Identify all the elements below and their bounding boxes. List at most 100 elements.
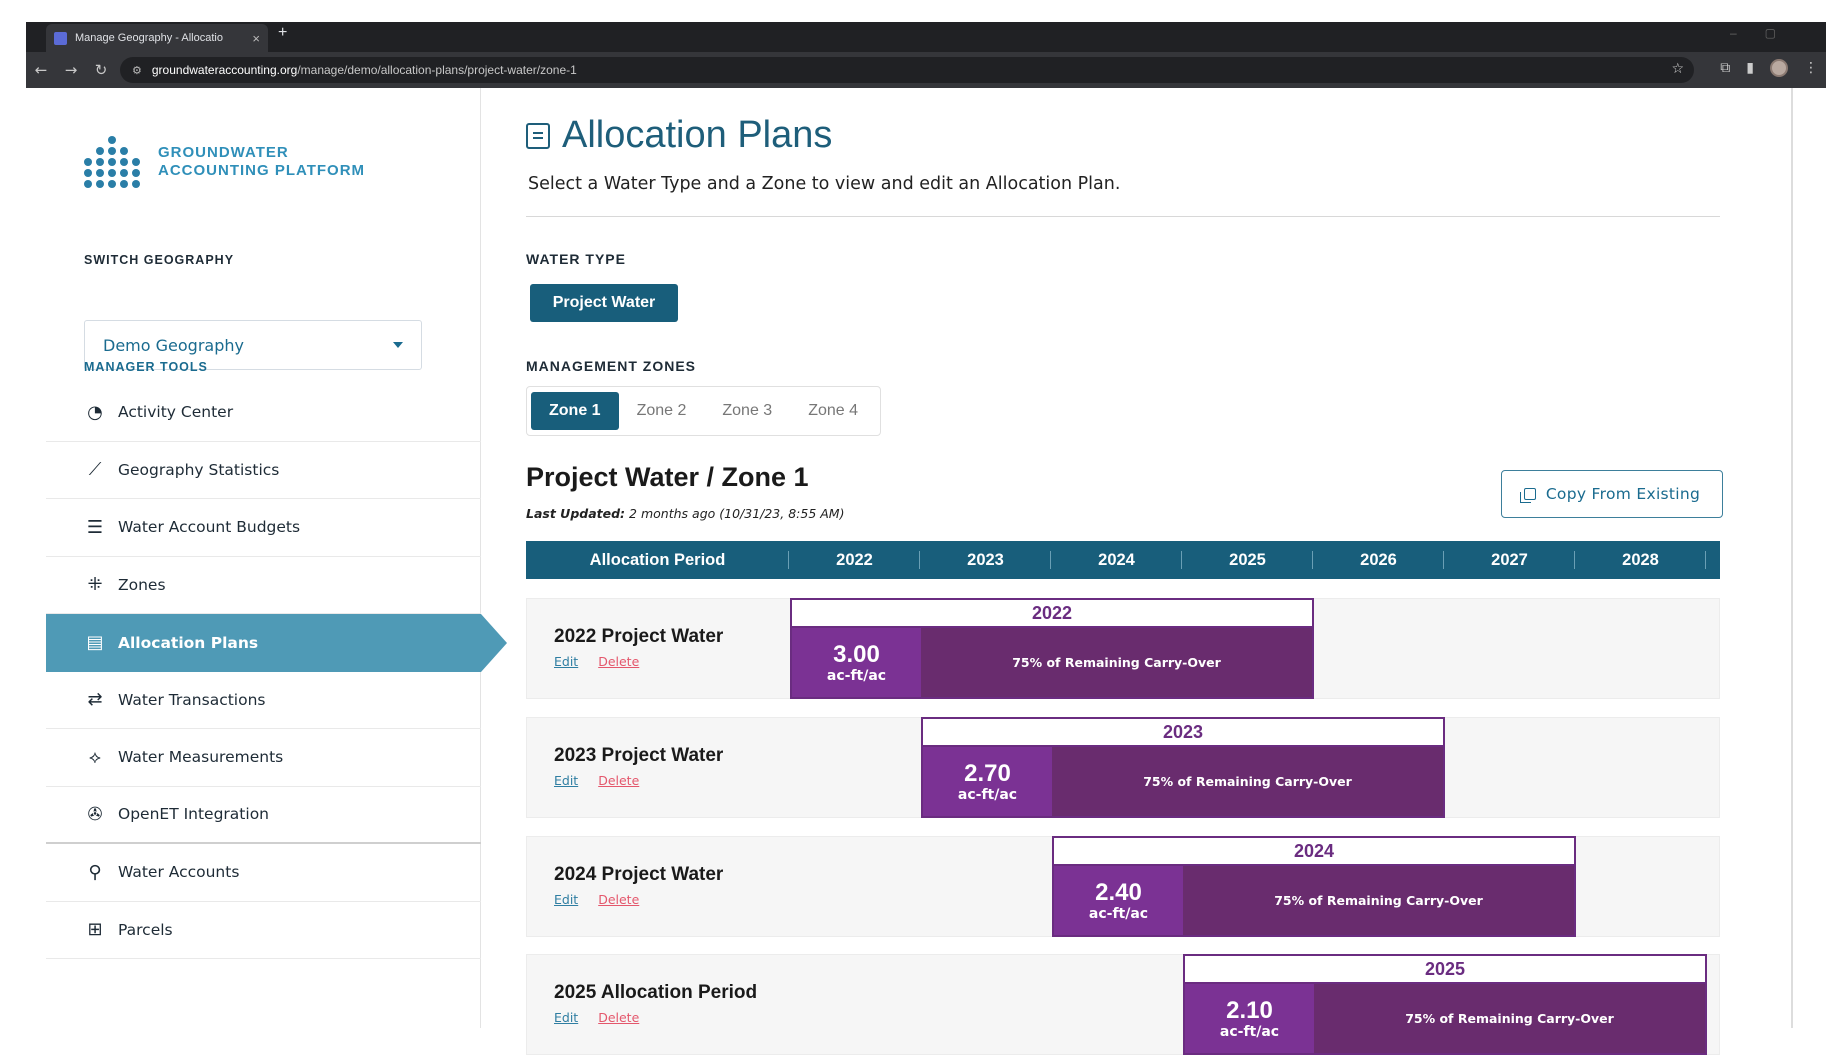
allocation-bar[interactable]: 2023 2.70 ac-ft/ac 75% of Remaining Carr… xyxy=(921,717,1445,818)
year-header: 2027 xyxy=(1444,541,1575,579)
sidebar-item-zones[interactable]: ⁜ Zones xyxy=(46,557,481,614)
caret-down-icon xyxy=(393,342,403,348)
favicon-icon xyxy=(54,31,67,45)
row-title: 2023 Project Water xyxy=(554,745,724,766)
logo-dots-icon xyxy=(84,136,144,188)
divider xyxy=(526,216,1720,217)
allocation-value: 3.00 ac-ft/ac xyxy=(792,628,921,697)
allocation-bar-year: 2023 xyxy=(923,719,1443,747)
browser-menu-icon[interactable]: ⋮ xyxy=(1804,60,1818,76)
grid-icon: ⊞ xyxy=(87,919,103,941)
sidebar-item-label: Geography Statistics xyxy=(118,460,280,479)
sidebar-item-water-transactions[interactable]: ⇄ Water Transactions xyxy=(46,672,481,729)
year-header: 2028 xyxy=(1575,541,1706,579)
page-title: Allocation Plans xyxy=(526,114,832,157)
edit-link[interactable]: Edit xyxy=(554,1010,578,1025)
plan-title: Project Water / Zone 1 xyxy=(526,462,809,492)
sidebar-item-water-accounts[interactable]: ⚲ Water Accounts xyxy=(46,844,481,902)
sidebar-item-label: Water Transactions xyxy=(118,690,266,709)
site-settings-icon[interactable]: ⚙ xyxy=(132,64,142,77)
copy-from-existing-button[interactable]: Copy From Existing xyxy=(1501,470,1723,518)
platform-logo[interactable]: GROUNDWATER ACCOUNTING PLATFORM xyxy=(84,136,365,188)
sidebar-item-label: Zones xyxy=(118,575,166,594)
irrigation-icon: ⚲ xyxy=(88,861,102,883)
year-header: 2025 xyxy=(1182,541,1313,579)
app-page: GROUNDWATER ACCOUNTING PLATFORM SWITCH G… xyxy=(26,88,1793,1055)
new-tab-button[interactable]: + xyxy=(278,24,287,42)
browser-tab[interactable]: Manage Geography - Allocatio × xyxy=(46,24,268,52)
allocation-plan-icon: ▤ xyxy=(86,632,104,654)
allocation-bar[interactable]: 2024 2.40 ac-ft/ac 75% of Remaining Carr… xyxy=(1052,836,1576,937)
last-updated-value: 2 months ago (10/31/23, 8:55 AM) xyxy=(629,506,845,521)
allocation-number: 2.40 xyxy=(1095,878,1142,906)
edit-link[interactable]: Edit xyxy=(554,892,578,907)
sidebar-item-water-account-budgets[interactable]: ☰ Water Account Budgets xyxy=(46,499,481,557)
last-updated: Last Updated: 2 months ago (10/31/23, 8:… xyxy=(526,506,844,521)
tab-close-icon[interactable]: × xyxy=(252,31,260,46)
switch-geography-label: SWITCH GEOGRAPHY xyxy=(84,253,235,267)
page-title-text: Allocation Plans xyxy=(562,114,833,156)
delete-link[interactable]: Delete xyxy=(598,654,639,669)
page-subtitle: Select a Water Type and a Zone to view a… xyxy=(528,174,1121,194)
delete-link[interactable]: Delete xyxy=(598,892,639,907)
sidebar-item-label: Parcels xyxy=(118,920,173,939)
browser-chrome: Manage Geography - Allocatio × + –▢ ← → … xyxy=(26,22,1826,88)
row-title: 2025 Allocation Period xyxy=(554,982,758,1003)
allocation-bar-year: 2024 xyxy=(1054,838,1574,866)
tab-strip: Manage Geography - Allocatio × + –▢ xyxy=(26,22,1826,52)
allocation-row: 2022 Project Water Edit Delete 2022 3.00… xyxy=(526,598,1720,699)
edit-link[interactable]: Edit xyxy=(554,654,578,669)
forward-icon[interactable]: → xyxy=(56,61,86,79)
url-path: /manage/demo/allocation-plans/project-wa… xyxy=(297,63,577,77)
allocation-unit: ac-ft/ac xyxy=(1088,905,1149,922)
management-zones-label: MANAGEMENT ZONES xyxy=(526,358,696,374)
delete-link[interactable]: Delete xyxy=(598,773,639,788)
bookmark-star-icon[interactable]: ☆ xyxy=(1671,61,1684,77)
page-edge xyxy=(1791,88,1793,1028)
delete-link[interactable]: Delete xyxy=(598,1010,639,1025)
zone-4-button[interactable]: Zone 4 xyxy=(790,392,876,430)
side-panel-icon[interactable]: ▮ xyxy=(1746,60,1754,76)
manager-tools-menu: ◔ Activity Center ⟋ Geography Statistics… xyxy=(46,384,507,959)
zone-1-button[interactable]: Zone 1 xyxy=(531,392,619,430)
allocation-number: 2.10 xyxy=(1226,996,1273,1024)
sidebar-item-label: Activity Center xyxy=(118,403,234,422)
manager-tools-label: MANAGER TOOLS xyxy=(84,360,208,374)
sidebar-item-activity-center[interactable]: ◔ Activity Center xyxy=(46,384,481,442)
line-chart-icon: ⟋ xyxy=(88,459,102,481)
copy-button-label: Copy From Existing xyxy=(1545,485,1701,503)
window-controls[interactable]: –▢ xyxy=(1730,26,1804,40)
edit-link[interactable]: Edit xyxy=(554,773,578,788)
sidebar-item-label: Allocation Plans xyxy=(118,633,259,652)
carryover-label: 75% of Remaining Carry-Over xyxy=(921,628,1312,697)
carryover-label: 75% of Remaining Carry-Over xyxy=(1183,866,1574,935)
allocation-unit: ac-ft/ac xyxy=(826,667,887,684)
sidebar-item-parcels[interactable]: ⊞ Parcels xyxy=(46,902,481,959)
zone-2-button[interactable]: Zone 2 xyxy=(619,392,705,430)
address-bar[interactable]: ⚙ groundwateraccounting.org/manage/demo/… xyxy=(120,57,1694,83)
water-type-project-water-button[interactable]: Project Water xyxy=(530,284,678,322)
allocation-bar-year: 2025 xyxy=(1185,956,1705,984)
back-icon[interactable]: ← xyxy=(26,61,56,79)
sidebar-item-allocation-plans[interactable]: ▤ Allocation Plans xyxy=(46,614,507,672)
sidebar: GROUNDWATER ACCOUNTING PLATFORM SWITCH G… xyxy=(46,88,507,1028)
sidebar-item-water-measurements[interactable]: ⟡ Water Measurements xyxy=(46,729,481,787)
browser-actions: ⧉ ▮ ⋮ xyxy=(1720,59,1818,77)
logo-text: GROUNDWATER ACCOUNTING PLATFORM xyxy=(158,144,365,180)
profile-avatar[interactable] xyxy=(1770,59,1788,77)
row-actions: Edit Delete xyxy=(554,1010,639,1025)
sidebar-item-geography-statistics[interactable]: ⟋ Geography Statistics xyxy=(46,442,481,499)
allocation-bar[interactable]: 2025 2.10 ac-ft/ac 75% of Remaining Carr… xyxy=(1183,954,1707,1055)
gauge-icon: ◔ xyxy=(87,401,103,423)
reload-icon[interactable]: ↻ xyxy=(86,61,116,79)
extensions-icon[interactable]: ⧉ xyxy=(1720,60,1730,76)
allocation-row: 2024 Project Water Edit Delete 2024 2.40… xyxy=(526,836,1720,937)
sidebar-item-openet-integration[interactable]: ✇ OpenET Integration xyxy=(46,787,481,844)
allocation-bar[interactable]: 2022 3.00 ac-ft/ac 75% of Remaining Carr… xyxy=(790,598,1314,699)
zone-3-button[interactable]: Zone 3 xyxy=(704,392,790,430)
allocation-bar-body: 2.10 ac-ft/ac 75% of Remaining Carry-Ove… xyxy=(1185,984,1705,1053)
sidebar-item-label: Water Measurements xyxy=(118,748,284,767)
logo-line1: GROUNDWATER xyxy=(158,144,289,161)
copy-icon xyxy=(1519,488,1536,503)
row-title: 2024 Project Water xyxy=(554,864,724,885)
